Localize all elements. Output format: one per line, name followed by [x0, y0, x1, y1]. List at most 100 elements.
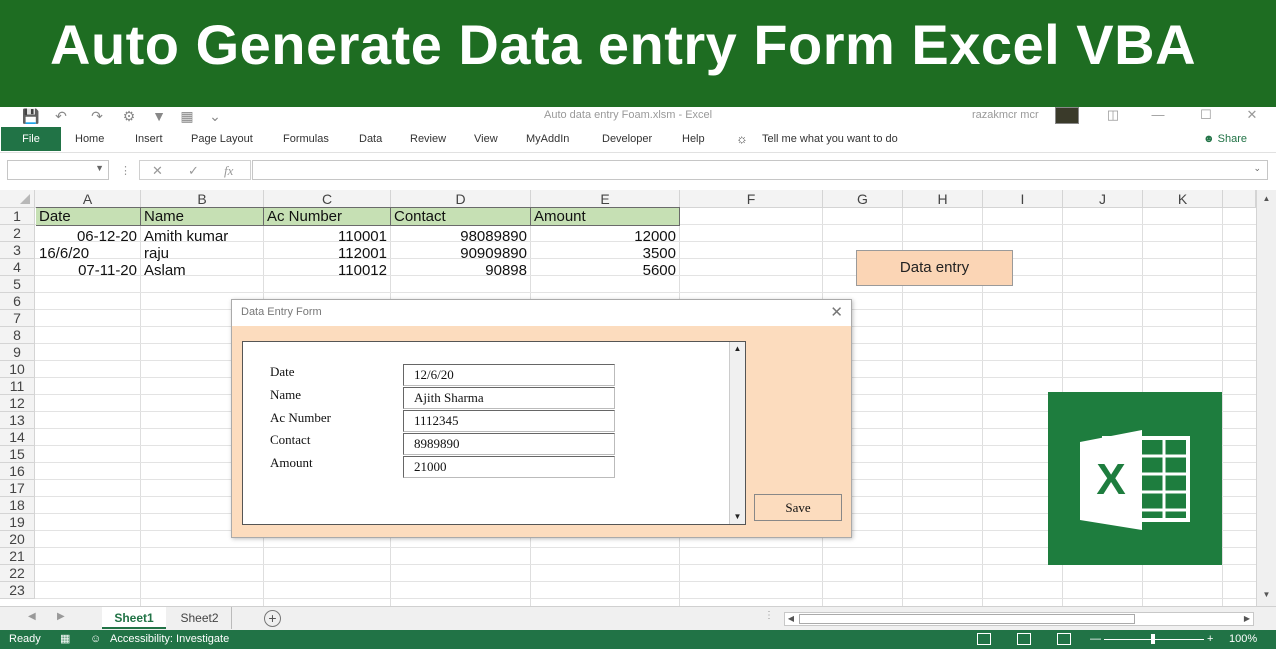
- tell-me-search[interactable]: Tell me what you want to do: [762, 127, 898, 151]
- table-cell[interactable]: 06-12-20: [36, 228, 140, 245]
- row-header[interactable]: 13: [0, 412, 35, 429]
- function-icon[interactable]: fx: [224, 163, 233, 179]
- tab-view[interactable]: View: [474, 127, 498, 151]
- filter-icon[interactable]: ▼: [150, 107, 168, 125]
- scroll-left-icon[interactable]: ◀: [785, 613, 797, 625]
- row-header[interactable]: 21: [0, 548, 35, 565]
- ribbon-display-icon[interactable]: ◫: [1103, 107, 1123, 123]
- ac-number-field[interactable]: 1112345: [403, 410, 615, 432]
- column-header-a[interactable]: A: [35, 190, 141, 208]
- row-header[interactable]: 20: [0, 531, 35, 548]
- prev-sheet-icon[interactable]: ◀: [28, 611, 36, 622]
- table-cell[interactable]: raju: [141, 245, 263, 262]
- header-cell-ac-number[interactable]: Ac Number: [264, 207, 391, 226]
- scroll-down-icon[interactable]: ▼: [1260, 590, 1273, 602]
- row-header[interactable]: 22: [0, 565, 35, 582]
- tab-home[interactable]: Home: [75, 127, 104, 151]
- amount-field[interactable]: 21000: [403, 456, 615, 478]
- tab-formulas[interactable]: Formulas: [283, 127, 329, 151]
- macro-record-icon[interactable]: ▦: [60, 630, 70, 649]
- redo-icon[interactable]: ↷: [88, 107, 106, 125]
- header-cell-amount[interactable]: Amount: [531, 207, 680, 226]
- table-cell[interactable]: 12000: [531, 228, 679, 245]
- tab-data[interactable]: Data: [359, 127, 382, 151]
- table-cell[interactable]: Amith kumar: [141, 228, 263, 245]
- tab-myaddin[interactable]: MyAddIn: [526, 127, 569, 151]
- enter-icon[interactable]: ✓: [188, 163, 199, 179]
- column-header-j[interactable]: J: [1063, 190, 1143, 208]
- row-header[interactable]: 2: [0, 225, 35, 242]
- contact-field[interactable]: 8989890: [403, 433, 615, 455]
- form-scrollbar[interactable]: ▲ ▼: [729, 342, 745, 524]
- column-header-f[interactable]: F: [680, 190, 823, 208]
- add-sheet-icon[interactable]: +: [264, 610, 281, 627]
- sheet-tab-sheet2[interactable]: Sheet2: [168, 607, 232, 629]
- header-cell-contact[interactable]: Contact: [391, 207, 531, 226]
- row-header[interactable]: 11: [0, 378, 35, 395]
- scroll-down-icon[interactable]: ▼: [730, 510, 745, 524]
- tab-help[interactable]: Help: [682, 127, 705, 151]
- tab-developer[interactable]: Developer: [602, 127, 652, 151]
- undo-icon[interactable]: ↶: [52, 107, 70, 125]
- table-cell[interactable]: 110001: [264, 228, 390, 245]
- minimize-icon[interactable]: —: [1148, 107, 1168, 123]
- row-header[interactable]: 10: [0, 361, 35, 378]
- tab-page-layout[interactable]: Page Layout: [191, 127, 253, 151]
- accessibility-status[interactable]: Accessibility: Investigate: [110, 630, 229, 649]
- cancel-icon[interactable]: ✕: [152, 163, 163, 179]
- avatar[interactable]: [1055, 107, 1079, 124]
- tab-review[interactable]: Review: [410, 127, 446, 151]
- row-header[interactable]: 15: [0, 446, 35, 463]
- row-header[interactable]: 3: [0, 242, 35, 259]
- name-field[interactable]: Ajith Sharma: [403, 387, 615, 409]
- form-icon[interactable]: ▦: [178, 107, 196, 125]
- table-cell[interactable]: 90909890: [391, 245, 530, 262]
- column-header-h[interactable]: H: [903, 190, 983, 208]
- formula-input[interactable]: ⌄: [252, 160, 1268, 180]
- macro-icon[interactable]: ⚙: [120, 107, 138, 125]
- sheet-tab-sheet1[interactable]: Sheet1: [102, 607, 166, 629]
- page-break-view-icon[interactable]: [1057, 633, 1071, 645]
- scroll-right-icon[interactable]: ▶: [1241, 613, 1253, 625]
- accessibility-icon[interactable]: ☺: [90, 630, 101, 649]
- name-box[interactable]: ▼: [7, 160, 109, 180]
- table-cell[interactable]: 98089890: [391, 228, 530, 245]
- data-entry-button[interactable]: Data entry: [856, 250, 1013, 286]
- save-button[interactable]: Save: [754, 494, 842, 521]
- tab-insert[interactable]: Insert: [135, 127, 163, 151]
- expand-formula-icon[interactable]: ⌄: [1253, 163, 1261, 174]
- close-icon[interactable]: ✕: [1242, 107, 1262, 123]
- tab-file[interactable]: File: [1, 127, 61, 151]
- normal-view-icon[interactable]: [977, 633, 991, 645]
- zoom-slider-thumb[interactable]: [1151, 634, 1155, 644]
- maximize-icon[interactable]: ☐: [1196, 107, 1216, 123]
- user-name[interactable]: razakmcr mcr: [972, 107, 1039, 123]
- table-cell[interactable]: 16/6/20: [36, 245, 140, 262]
- row-header[interactable]: 6: [0, 293, 35, 310]
- column-header-b[interactable]: B: [141, 190, 264, 208]
- zoom-level[interactable]: 100%: [1229, 630, 1257, 649]
- horizontal-scrollbar[interactable]: ◀ ▶: [784, 612, 1254, 626]
- row-header[interactable]: 4: [0, 259, 35, 276]
- scroll-up-icon[interactable]: ▲: [730, 342, 745, 356]
- row-header[interactable]: 7: [0, 310, 35, 327]
- table-cell[interactable]: 112001: [264, 245, 390, 262]
- row-header[interactable]: 12: [0, 395, 35, 412]
- row-header[interactable]: 5: [0, 276, 35, 293]
- share-button[interactable]: ☻ Share: [1203, 127, 1247, 151]
- table-cell[interactable]: 5600: [531, 262, 679, 279]
- row-header[interactable]: 14: [0, 429, 35, 446]
- table-cell[interactable]: 110012: [264, 262, 390, 279]
- row-header[interactable]: 18: [0, 497, 35, 514]
- row-header[interactable]: 17: [0, 480, 35, 497]
- dialog-title-bar[interactable]: Data Entry Form ✕: [232, 300, 851, 326]
- column-header-d[interactable]: D: [391, 190, 531, 208]
- zoom-in-icon[interactable]: +: [1207, 630, 1213, 649]
- header-cell-name[interactable]: Name: [141, 207, 264, 226]
- column-header-g[interactable]: G: [823, 190, 903, 208]
- save-icon[interactable]: 💾: [22, 107, 40, 125]
- row-header[interactable]: 8: [0, 327, 35, 344]
- column-header-l[interactable]: [1223, 190, 1256, 208]
- select-all-corner[interactable]: [0, 190, 35, 208]
- column-header-c[interactable]: C: [264, 190, 391, 208]
